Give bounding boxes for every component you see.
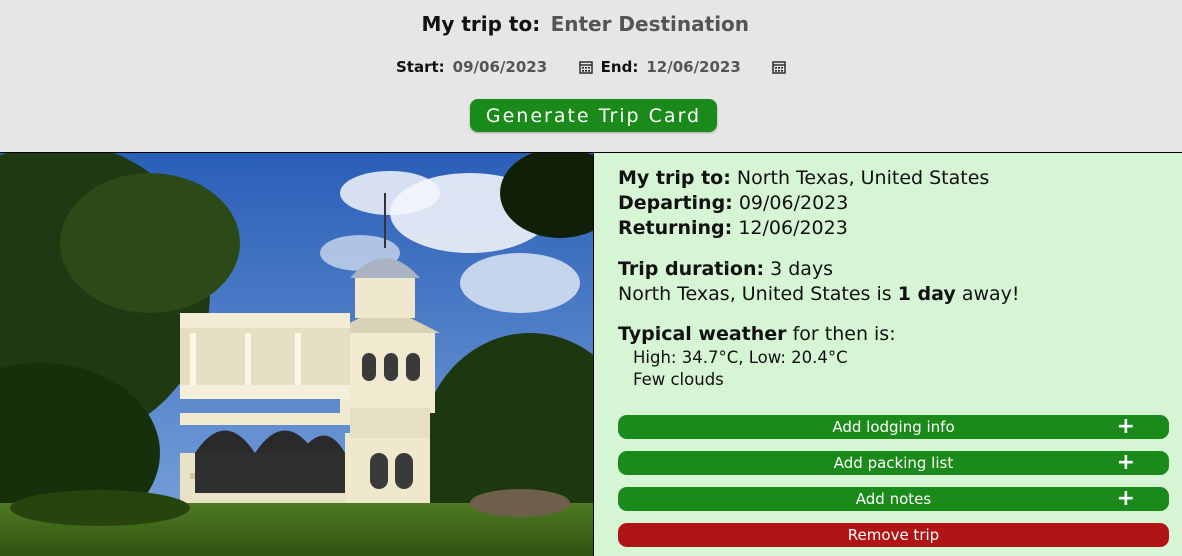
destination-label: My trip to: <box>421 12 541 36</box>
add-notes-button[interactable]: Add notes + <box>618 486 1169 511</box>
destination-input[interactable] <box>550 12 761 36</box>
calendar-icon[interactable] <box>772 60 787 74</box>
departing-line: Departing: 09/06/2023 <box>618 192 849 214</box>
trip-duration-block: Trip duration: 3 days North Texas, Unite… <box>618 257 1020 307</box>
end-date-input[interactable]: 12/06/2023 <box>646 58 772 76</box>
departing-value: 09/06/2023 <box>738 192 849 214</box>
plus-icon: + <box>1116 450 1135 475</box>
duration-value: 3 days <box>770 258 834 280</box>
start-date-input[interactable]: 09/06/2023 <box>453 58 579 76</box>
trip-details-panel: My trip to: North Texas, United States D… <box>593 153 1182 556</box>
countdown-line: North Texas, United States is 1 day away… <box>618 283 1020 305</box>
trip-form-header: My trip to: Start: 09/06/2023 End: 12/06… <box>0 0 1182 152</box>
end-date-label: End: <box>600 58 639 76</box>
add-notes-label: Add notes <box>855 490 932 508</box>
remove-trip-button[interactable]: Remove trip <box>618 523 1169 547</box>
destination-line: My trip to: North Texas, United States <box>618 167 990 189</box>
weather-details: High: 34.7°C, Low: 20.4°C Few clouds <box>633 347 848 391</box>
weather-temperatures: High: 34.7°C, Low: 20.4°C <box>633 348 848 367</box>
weather-description: Few clouds <box>633 370 724 389</box>
duration-line: Trip duration: 3 days <box>618 258 834 280</box>
countdown-value: 1 day <box>897 283 956 305</box>
plus-icon: + <box>1116 414 1135 439</box>
trip-card: My trip to: North Texas, United States D… <box>0 152 1182 556</box>
returning-value: 12/06/2023 <box>738 217 848 239</box>
mansion-photo-illustration <box>0 153 593 556</box>
weather-heading: Typical weather for then is: <box>618 323 896 345</box>
returning-line: Returning: 12/06/2023 <box>618 217 848 239</box>
add-lodging-button[interactable]: Add lodging info + <box>618 414 1169 439</box>
destination-photo <box>0 153 593 556</box>
trip-summary: My trip to: North Texas, United States D… <box>618 166 989 241</box>
add-packing-list-button[interactable]: Add packing list + <box>618 450 1169 475</box>
start-date-label: Start: <box>396 58 445 76</box>
add-lodging-label: Add lodging info <box>832 418 955 436</box>
calendar-icon[interactable] <box>578 60 593 74</box>
date-row: Start: 09/06/2023 End: 12/06/2023 <box>396 58 794 76</box>
add-packing-label: Add packing list <box>833 454 954 472</box>
generate-trip-card-button[interactable]: Generate Trip Card <box>470 99 717 132</box>
destination-row: My trip to: <box>0 12 1182 36</box>
plus-icon: + <box>1116 486 1135 511</box>
destination-value: North Texas, United States <box>736 167 990 189</box>
